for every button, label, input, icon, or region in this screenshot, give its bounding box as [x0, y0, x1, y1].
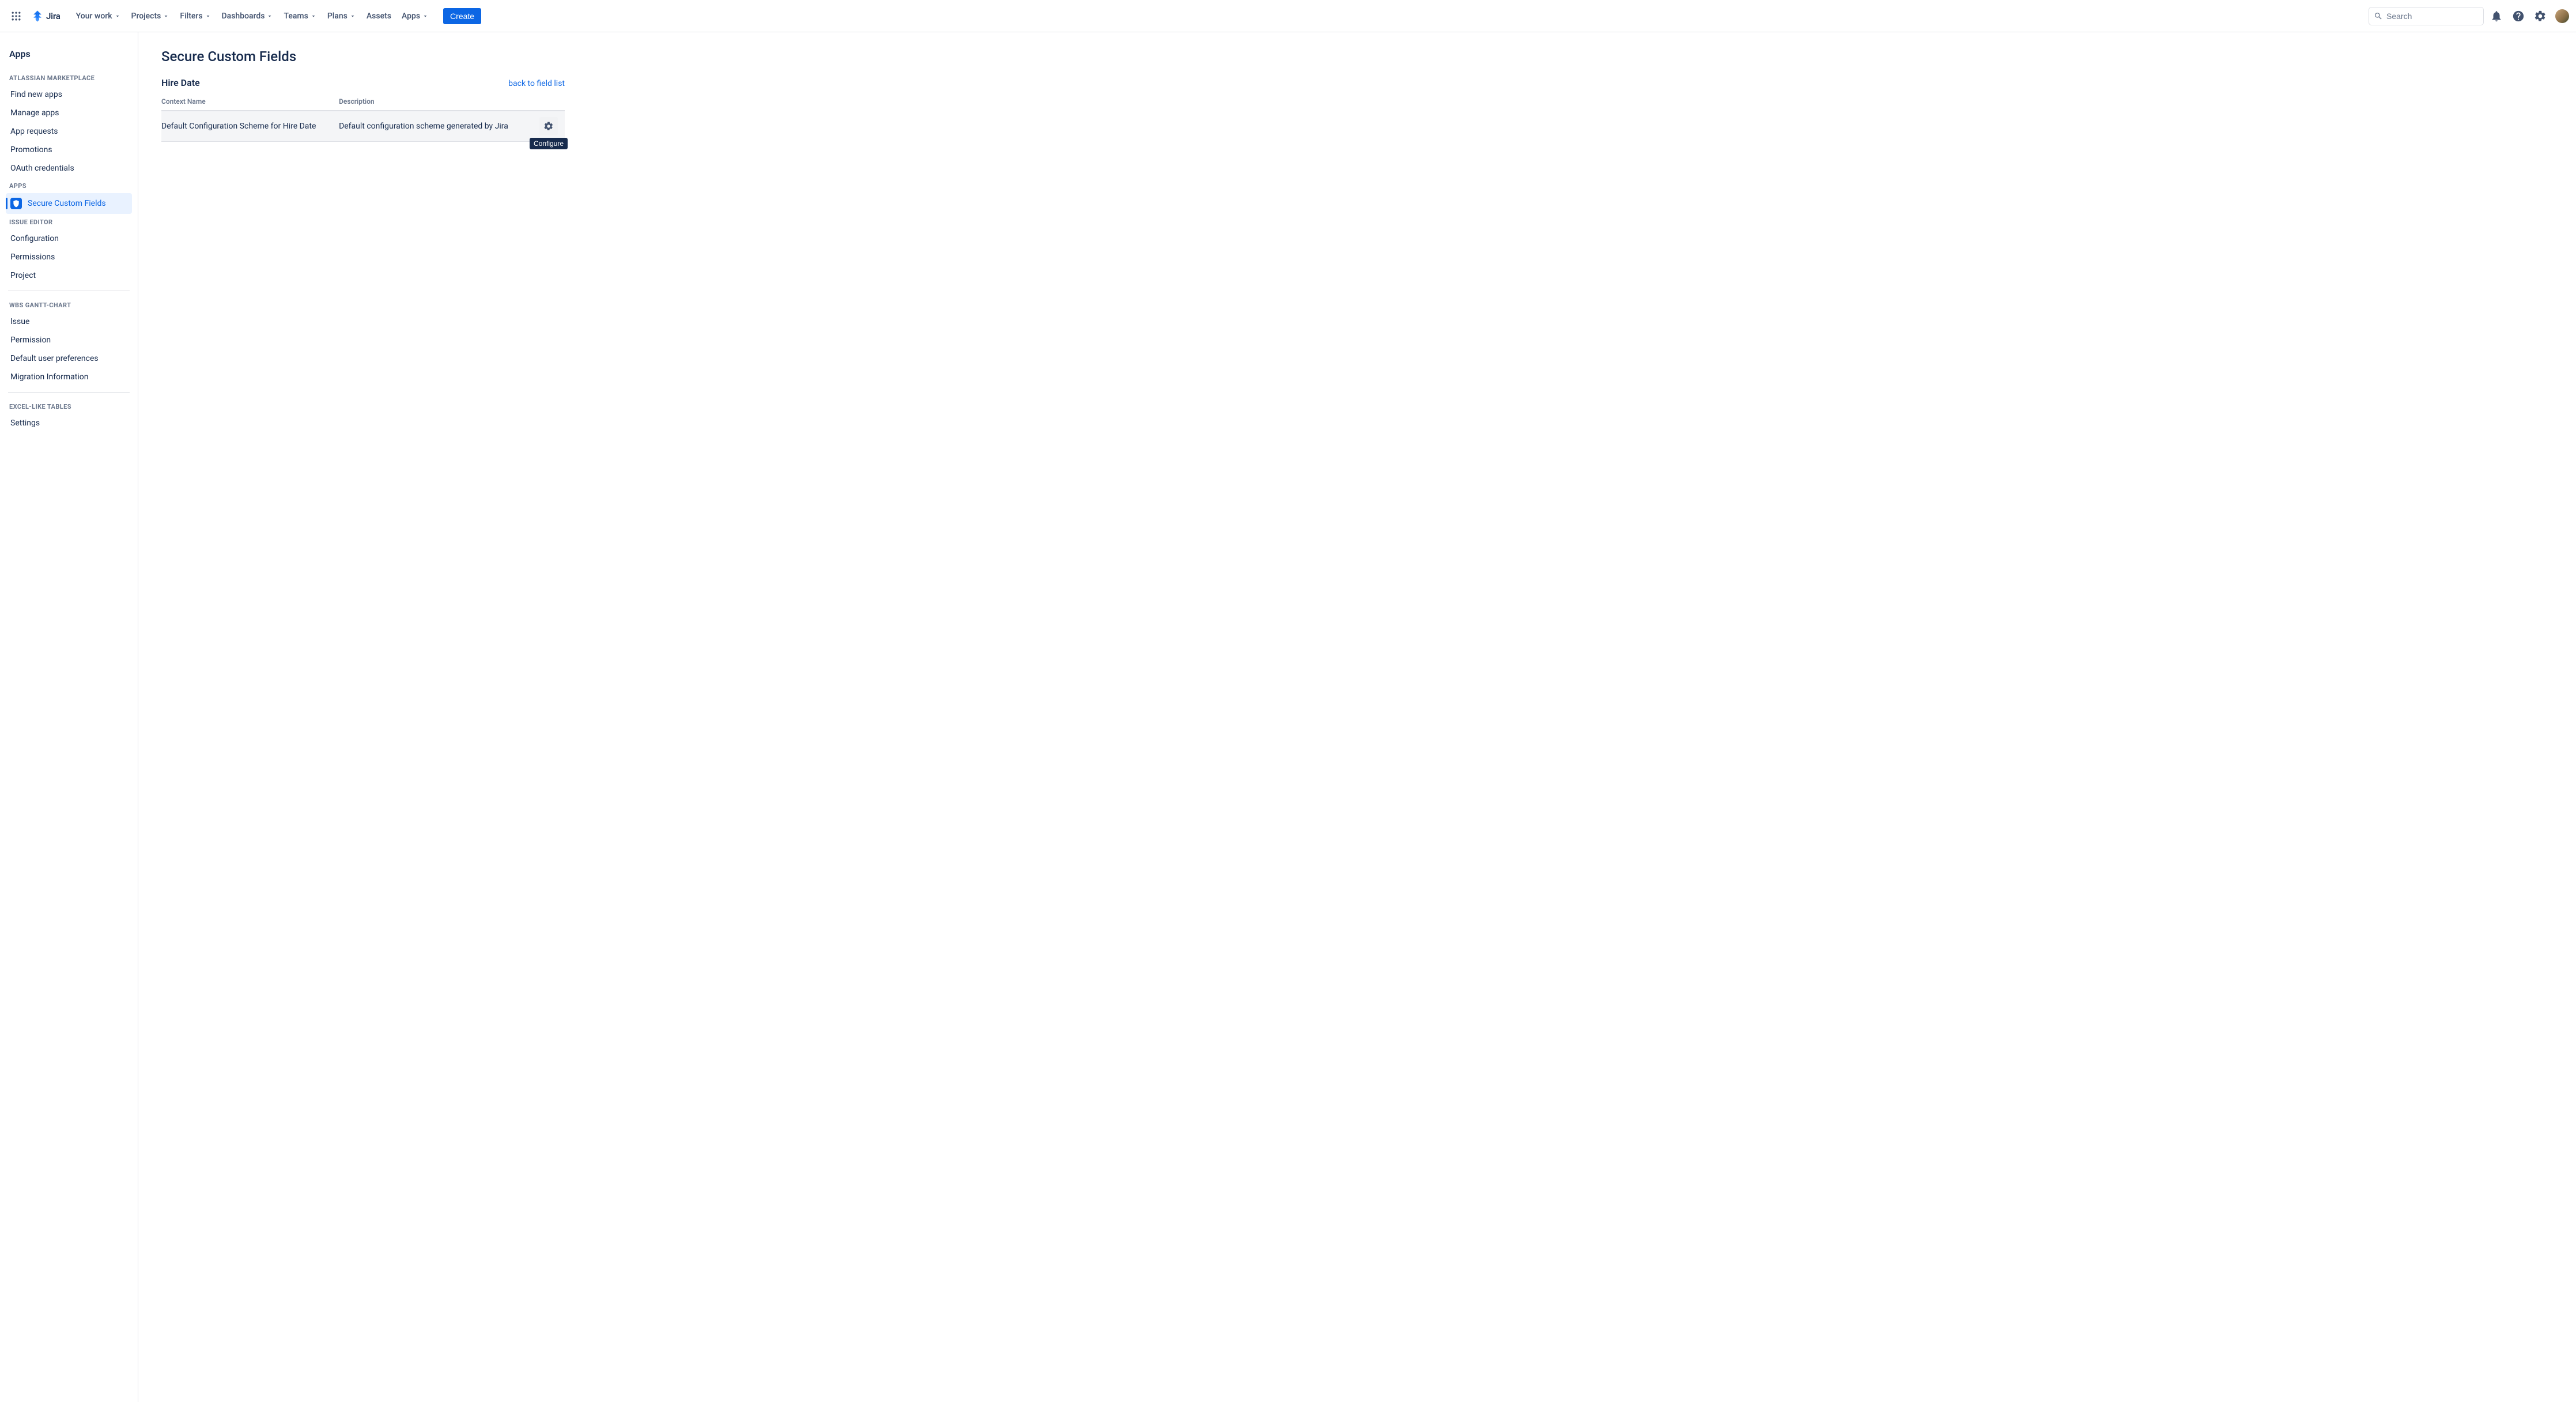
chevron-down-icon [349, 13, 356, 20]
sidebar-item-label: Permissions [10, 252, 55, 262]
sidebar-item-app-requests[interactable]: App requests [6, 122, 132, 141]
field-name-heading: Hire Date [161, 77, 200, 88]
nav-item-label: Plans [327, 12, 348, 21]
sidebar-title: Apps [6, 46, 132, 70]
sidebar-item-default-user-preferences[interactable]: Default user preferences [6, 349, 132, 368]
nav-item-label: Assets [367, 12, 391, 21]
nav-item-label: Teams [284, 12, 308, 21]
cell-context-name: Default Configuration Scheme for Hire Da… [161, 111, 339, 142]
search-box[interactable] [2369, 7, 2484, 25]
search-input[interactable] [2386, 12, 2479, 21]
sidebar-item-permissions[interactable]: Permissions [6, 248, 132, 266]
configure-button[interactable]: Configure [539, 117, 558, 135]
chevron-down-icon [310, 13, 317, 20]
sidebar-item-label: Manage apps [10, 108, 59, 118]
primary-nav: Your work Projects Filters Dashboards Te… [71, 8, 434, 24]
sidebar-group-label: Atlassian Marketplace [6, 70, 132, 85]
main-content: Secure Custom Fields Hire Date back to f… [138, 32, 2576, 1402]
top-navigation: Jira Your work Projects Filters Dashboar… [0, 0, 2576, 32]
sidebar-item-label: App requests [10, 127, 58, 136]
sidebar-item-configuration[interactable]: Configuration [6, 229, 132, 248]
search-icon [2374, 12, 2383, 21]
nav-teams[interactable]: Teams [278, 8, 322, 24]
chevron-down-icon [163, 13, 169, 20]
nav-item-label: Filters [180, 12, 202, 21]
sidebar-item-label: Migration Information [10, 372, 88, 382]
configure-tooltip: Configure [530, 138, 568, 149]
create-button[interactable]: Create [443, 8, 481, 24]
shield-icon [10, 198, 22, 209]
sidebar-item-label: OAuth credentials [10, 164, 74, 173]
nav-assets[interactable]: Assets [361, 8, 396, 24]
help-button[interactable] [2509, 7, 2528, 25]
nav-item-label: Dashboards [222, 12, 265, 21]
sidebar-group-label: Apps [6, 178, 132, 193]
jira-logo[interactable]: Jira [28, 10, 64, 22]
sidebar-item-label: Permission [10, 336, 51, 345]
context-table: Context Name Description Default Configu… [161, 93, 565, 142]
chevron-down-icon [422, 13, 429, 20]
nav-filters[interactable]: Filters [175, 8, 216, 24]
sidebar-group-label: Excel-like Tables [6, 398, 132, 414]
gear-icon [2534, 10, 2547, 22]
sidebar-item-label: Find new apps [10, 90, 62, 99]
nav-plans[interactable]: Plans [322, 8, 361, 24]
chevron-down-icon [266, 13, 273, 20]
sidebar-item-manage-apps[interactable]: Manage apps [6, 104, 132, 122]
sidebar-item-label: Issue [10, 317, 29, 326]
sidebar-group-label: Issue Editor [6, 214, 132, 229]
settings-button[interactable] [2531, 7, 2549, 25]
table-row: Default Configuration Scheme for Hire Da… [161, 111, 565, 142]
app-switcher-icon [10, 10, 22, 22]
nav-item-label: Apps [402, 12, 420, 21]
sidebar-item-settings[interactable]: Settings [6, 414, 132, 432]
sidebar-item-permission[interactable]: Permission [6, 331, 132, 349]
sidebar-item-secure-custom-fields[interactable]: Secure Custom Fields [6, 193, 132, 214]
sidebar-item-issue[interactable]: Issue [6, 312, 132, 331]
column-header-actions [532, 93, 565, 111]
product-name: Jira [46, 11, 61, 21]
column-header-context-name: Context Name [161, 93, 339, 111]
app-switcher-button[interactable] [7, 7, 25, 25]
sidebar-item-label: Promotions [10, 145, 52, 154]
sidebar-divider [8, 392, 130, 393]
sidebar-item-label: Secure Custom Fields [28, 199, 106, 208]
sidebar-item-project[interactable]: Project [6, 266, 132, 285]
sidebar-item-label: Default user preferences [10, 354, 99, 363]
nav-your-work[interactable]: Your work [71, 8, 126, 24]
nav-projects[interactable]: Projects [126, 8, 175, 24]
nav-item-label: Your work [76, 12, 112, 21]
sidebar-item-promotions[interactable]: Promotions [6, 141, 132, 159]
cell-description: Default configuration scheme generated b… [339, 111, 532, 142]
nav-item-label: Projects [131, 12, 161, 21]
nav-dashboards[interactable]: Dashboards [217, 8, 279, 24]
user-avatar[interactable] [2555, 9, 2569, 23]
notifications-button[interactable] [2487, 7, 2506, 25]
sidebar-group-label: WBS Gantt-Chart [6, 297, 132, 312]
bell-icon [2490, 10, 2503, 22]
help-icon [2512, 10, 2525, 22]
nav-apps[interactable]: Apps [396, 8, 434, 24]
page-title: Secure Custom Fields [161, 48, 2553, 65]
sidebar-item-label: Project [10, 271, 36, 280]
back-to-field-list-link[interactable]: back to field list [508, 79, 565, 88]
sidebar-item-label: Settings [10, 419, 40, 428]
jira-logo-icon [31, 10, 44, 22]
gear-icon [543, 121, 554, 131]
column-header-description: Description [339, 93, 532, 111]
sidebar-item-oauth-credentials[interactable]: OAuth credentials [6, 159, 132, 178]
sidebar: Apps Atlassian Marketplace Find new apps… [0, 32, 138, 1402]
sidebar-item-find-new-apps[interactable]: Find new apps [6, 85, 132, 104]
sidebar-item-migration-information[interactable]: Migration Information [6, 368, 132, 386]
chevron-down-icon [205, 13, 211, 20]
chevron-down-icon [114, 13, 121, 20]
sidebar-item-label: Configuration [10, 234, 59, 243]
